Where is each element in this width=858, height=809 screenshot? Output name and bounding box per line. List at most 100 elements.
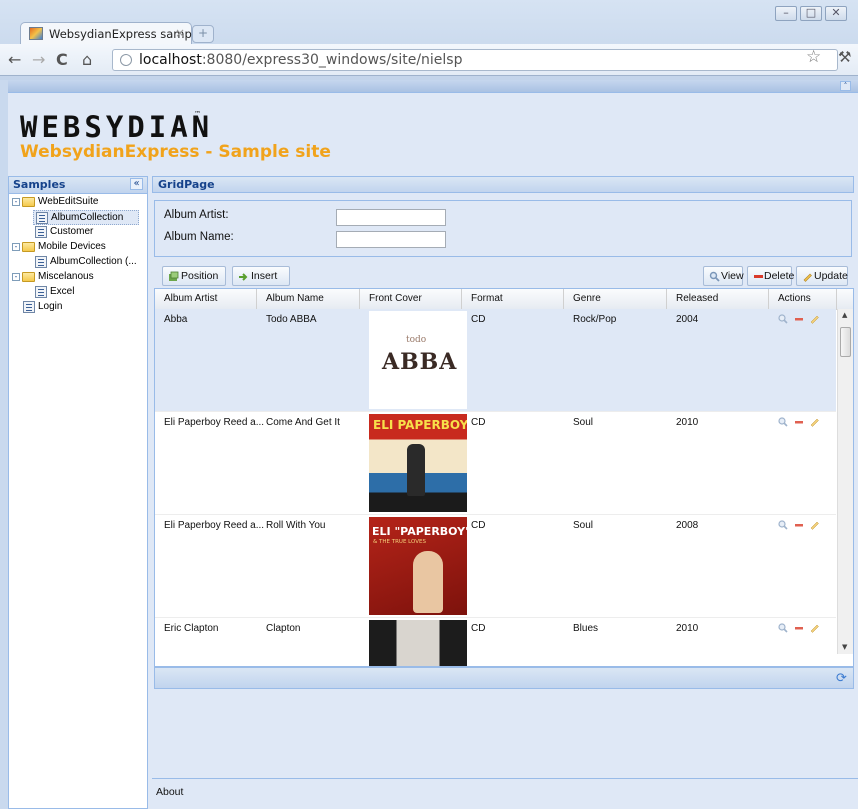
delete-row-icon[interactable] <box>794 314 804 324</box>
tree-item-mobile-devices[interactable]: - Mobile Devices <box>9 240 147 255</box>
tree-item-miscelanous[interactable]: - Miscelanous <box>9 270 147 285</box>
cover-subtext: todo <box>406 335 427 345</box>
tree-item-excel[interactable]: Excel <box>33 285 139 300</box>
cell-album-name: Roll With You <box>266 520 326 531</box>
update-button[interactable]: Update <box>796 266 848 286</box>
delete-button[interactable]: Delete <box>747 266 795 286</box>
tab-close-icon[interactable]: × <box>175 26 185 40</box>
address-bar[interactable]: localhost:8080/express30_windows/site/ni… <box>112 49 838 71</box>
table-row[interactable]: Eric Clapton Clapton CD Blues 2010 <box>155 618 836 666</box>
delete-row-icon[interactable] <box>794 520 804 530</box>
folder-icon <box>22 242 35 252</box>
album-grid: Album Artist Album Name Front Cover Form… <box>154 288 854 667</box>
wrench-icon[interactable]: ⚒ <box>838 48 851 66</box>
page-icon <box>35 226 47 238</box>
search-form: Album Artist: Album Name: <box>154 200 852 257</box>
collapse-up-icon[interactable]: ˄ <box>840 81 851 91</box>
delete-label: Delete <box>764 270 795 282</box>
album-cover-image: todo ABBA <box>369 311 467 409</box>
album-name-input[interactable] <box>336 231 446 248</box>
grid-scrollbar[interactable]: ▲ ▼ <box>837 309 853 654</box>
collapse-left-icon[interactable]: « <box>130 178 143 190</box>
tree-label: WebEditSuite <box>38 196 99 207</box>
album-artist-input[interactable] <box>336 209 446 226</box>
edit-row-icon[interactable] <box>810 623 820 633</box>
cell-released: 2010 <box>676 417 699 428</box>
tree-item-albumcollection[interactable]: AlbumCollection <box>33 210 139 225</box>
table-row[interactable]: Eli Paperboy Reed a... Come And Get It E… <box>155 412 836 515</box>
scroll-up-icon[interactable]: ▲ <box>842 311 847 319</box>
page-info-icon[interactable] <box>120 54 132 66</box>
tree-item-customer[interactable]: Customer <box>33 225 139 240</box>
album-name-label: Album Name: <box>164 231 234 243</box>
minimize-button[interactable]: – <box>775 6 797 21</box>
forward-icon[interactable]: → <box>32 50 45 69</box>
grid-footer: ⟳ <box>154 667 854 689</box>
samples-sidebar: Samples « - WebEditSuite AlbumCollection… <box>8 176 148 809</box>
page-icon <box>35 286 47 298</box>
insert-button[interactable]: Insert <box>232 266 290 286</box>
delete-row-icon[interactable] <box>794 623 804 633</box>
cell-format: CD <box>471 314 486 325</box>
column-header-format[interactable]: Format <box>462 289 564 309</box>
home-icon[interactable]: ⌂ <box>82 50 92 69</box>
page-icon <box>36 212 48 224</box>
cell-genre: Rock/Pop <box>573 314 617 325</box>
cell-released: 2010 <box>676 623 699 634</box>
cover-figure <box>407 444 425 496</box>
cell-released: 2004 <box>676 314 699 325</box>
column-header-genre[interactable]: Genre <box>564 289 667 309</box>
edit-row-icon[interactable] <box>810 417 820 427</box>
album-artist-label: Album Artist: <box>164 209 229 221</box>
column-header-album-name[interactable]: Album Name <box>257 289 360 309</box>
cell-artist: Eric Clapton <box>164 623 219 634</box>
album-cover-image: ELI "PAPERBOY" REED & THE TRUE LOVES <box>369 517 467 615</box>
page-icon <box>35 256 47 268</box>
sidebar-title: Samples <box>13 178 66 191</box>
tree-collapse-icon[interactable]: - <box>12 273 20 281</box>
column-header-front-cover[interactable]: Front Cover <box>360 289 462 309</box>
delete-row-icon[interactable] <box>794 417 804 427</box>
pencil-icon <box>803 273 812 282</box>
tree-collapse-icon[interactable]: - <box>12 198 20 206</box>
album-cover-image: ELI PAPERBOY REED <box>369 414 467 512</box>
view-row-icon[interactable] <box>778 623 788 633</box>
view-row-icon[interactable] <box>778 520 788 530</box>
top-collapse-bar: ˄ <box>8 80 858 93</box>
cell-artist: Eli Paperboy Reed a... <box>164 520 265 531</box>
edit-row-icon[interactable] <box>810 520 820 530</box>
tree-label: AlbumCollection <box>51 212 124 223</box>
view-row-icon[interactable] <box>778 314 788 324</box>
back-icon[interactable]: ← <box>8 50 21 69</box>
edit-row-icon[interactable] <box>810 314 820 324</box>
insert-label[interactable]: Insert <box>251 267 277 285</box>
tree-label: AlbumCollection (... <box>50 256 137 267</box>
site-header: WEBSYDIAN ™ WebsydianExpress - Sample si… <box>8 94 858 176</box>
panel-header: GridPage <box>152 176 854 193</box>
new-tab-button[interactable]: + <box>192 25 214 43</box>
tree-collapse-icon[interactable]: - <box>12 243 20 251</box>
tree-item-login[interactable]: Login <box>21 300 139 315</box>
column-header-released[interactable]: Released <box>667 289 769 309</box>
column-header-album-artist[interactable]: Album Artist <box>155 289 257 309</box>
tree-item-albumcollection-mobile[interactable]: AlbumCollection (... <box>33 255 147 270</box>
view-row-icon[interactable] <box>778 417 788 427</box>
reload-icon[interactable]: C <box>56 50 68 69</box>
close-window-button[interactable]: ✕ <box>825 6 847 21</box>
refresh-icon[interactable]: ⟳ <box>836 671 847 686</box>
table-row[interactable]: Eli Paperboy Reed a... Roll With You ELI… <box>155 515 836 618</box>
position-button[interactable]: Position <box>162 266 226 286</box>
view-button[interactable]: View <box>703 266 744 286</box>
table-row[interactable]: Abba Todo ABBA todo ABBA CD Rock/Pop 200… <box>155 309 836 412</box>
maximize-button[interactable]: □ <box>800 6 822 21</box>
tree-label: Excel <box>50 286 75 297</box>
scroll-down-icon[interactable]: ▼ <box>842 643 847 651</box>
browser-tab[interactable]: WebsydianExpress samples × <box>20 22 208 44</box>
scroll-thumb[interactable] <box>840 327 851 357</box>
tree-item-webeditsuite[interactable]: - WebEditSuite <box>9 195 147 210</box>
about-link[interactable]: About <box>156 786 183 798</box>
bookmark-star-icon[interactable]: ☆ <box>806 47 821 67</box>
cell-format: CD <box>471 417 486 428</box>
about-bar: About <box>152 778 858 806</box>
delete-icon <box>754 275 763 278</box>
